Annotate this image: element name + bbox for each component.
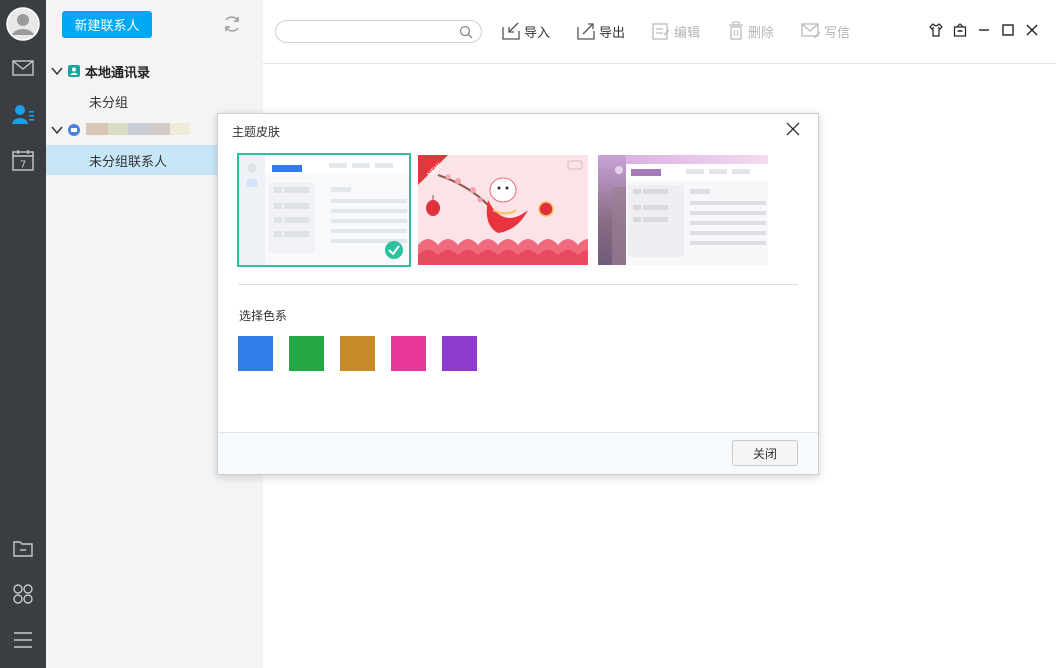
color-swatch-blue[interactable] xyxy=(238,336,273,371)
import-icon xyxy=(502,22,520,40)
redacted-name xyxy=(108,123,128,135)
calendar-icon: 7 xyxy=(12,150,34,171)
chevron-down-icon xyxy=(51,126,63,135)
theme-skin-dialog: 主题皮肤 NEW 选择色系 关闭 xyxy=(217,113,819,475)
close-icon xyxy=(1026,24,1038,36)
trash-icon xyxy=(729,21,743,40)
refresh-icon xyxy=(225,16,239,32)
close-window-button[interactable] xyxy=(1024,22,1040,38)
export-icon xyxy=(577,23,595,40)
divider xyxy=(238,284,798,285)
subgroup-label: 未分组 xyxy=(89,95,129,111)
hamburger-menu-icon xyxy=(14,632,32,648)
delete-button[interactable]: 删除 xyxy=(727,20,774,42)
export-label: 导出 xyxy=(599,25,626,41)
folder-icon xyxy=(13,541,33,557)
maximize-icon xyxy=(1002,24,1014,36)
dialog-footer: 关闭 xyxy=(218,432,818,474)
dialog-title: 主题皮肤 xyxy=(232,125,281,139)
write-mail-icon xyxy=(801,23,821,39)
gift-icon xyxy=(953,23,967,37)
group-label: 本地通讯录 xyxy=(85,65,151,81)
subgroup-label: 未分组联系人 xyxy=(89,154,168,170)
write-mail-label: 写信 xyxy=(824,25,851,41)
mail-icon xyxy=(12,60,34,76)
tshirt-icon xyxy=(929,23,943,37)
color-swatch-green[interactable] xyxy=(289,336,324,371)
color-swatch-purple[interactable] xyxy=(442,336,477,371)
edit-label: 编辑 xyxy=(674,25,701,41)
theme-new-year[interactable]: NEW xyxy=(418,155,588,265)
theme-purple-landscape[interactable] xyxy=(598,155,768,265)
selected-check-badge xyxy=(385,241,403,259)
color-swatch-pink[interactable] xyxy=(391,336,426,371)
write-mail-button[interactable]: 写信 xyxy=(801,20,850,42)
avatar-icon xyxy=(6,7,40,41)
chevron-down-icon xyxy=(51,67,63,76)
redacted-name xyxy=(170,123,190,135)
minimize-button[interactable] xyxy=(976,22,992,38)
theme-default-blue[interactable] xyxy=(237,153,411,267)
contacts-icon xyxy=(12,105,34,124)
group-local-contacts[interactable]: 本地通讯录 xyxy=(46,56,263,86)
new-contact-button[interactable]: 新建联系人 xyxy=(62,11,152,38)
apps-nav[interactable] xyxy=(0,574,46,614)
export-button[interactable]: 导出 xyxy=(576,20,625,42)
dialog-close-icon[interactable] xyxy=(786,122,800,136)
theme-preview-purple xyxy=(598,155,768,265)
search-icon[interactable] xyxy=(459,25,473,39)
subgroup-ungrouped[interactable]: 未分组 xyxy=(46,86,263,116)
calendar-day: 7 xyxy=(20,160,26,171)
edit-icon xyxy=(652,23,670,40)
avatar[interactable] xyxy=(0,4,46,44)
contacts-nav[interactable] xyxy=(0,94,46,134)
color-section-label: 选择色系 xyxy=(239,309,288,323)
search-input[interactable] xyxy=(284,23,454,40)
redacted-name xyxy=(86,123,108,135)
redacted-name xyxy=(150,123,170,135)
redacted-name xyxy=(128,123,150,135)
search-box[interactable] xyxy=(275,20,482,43)
color-swatch-orange[interactable] xyxy=(340,336,375,371)
theme-preview-new-year: NEW xyxy=(418,155,588,265)
maximize-button[interactable] xyxy=(1000,22,1016,38)
skin-button[interactable] xyxy=(928,22,944,38)
gift-button[interactable] xyxy=(952,22,968,38)
import-label: 导入 xyxy=(524,25,551,41)
files-nav[interactable] xyxy=(0,528,46,568)
mail-nav[interactable] xyxy=(0,48,46,88)
delete-label: 删除 xyxy=(748,25,775,41)
mail-139-icon xyxy=(68,124,80,136)
refresh-button[interactable] xyxy=(221,13,243,35)
left-rail: 7 xyxy=(0,0,46,668)
dialog-close-button[interactable]: 关闭 xyxy=(732,440,798,466)
theme-preview-default xyxy=(239,155,409,265)
address-book-icon xyxy=(68,65,80,77)
toolbar: 导入 导出 编辑 删除 写信 xyxy=(263,0,1056,64)
menu-nav[interactable] xyxy=(0,620,46,660)
apps-grid-icon xyxy=(13,584,33,604)
import-button[interactable]: 导入 xyxy=(501,20,550,42)
calendar-nav[interactable]: 7 xyxy=(0,140,46,180)
minimize-icon xyxy=(979,29,989,31)
edit-button[interactable]: 编辑 xyxy=(651,20,700,42)
